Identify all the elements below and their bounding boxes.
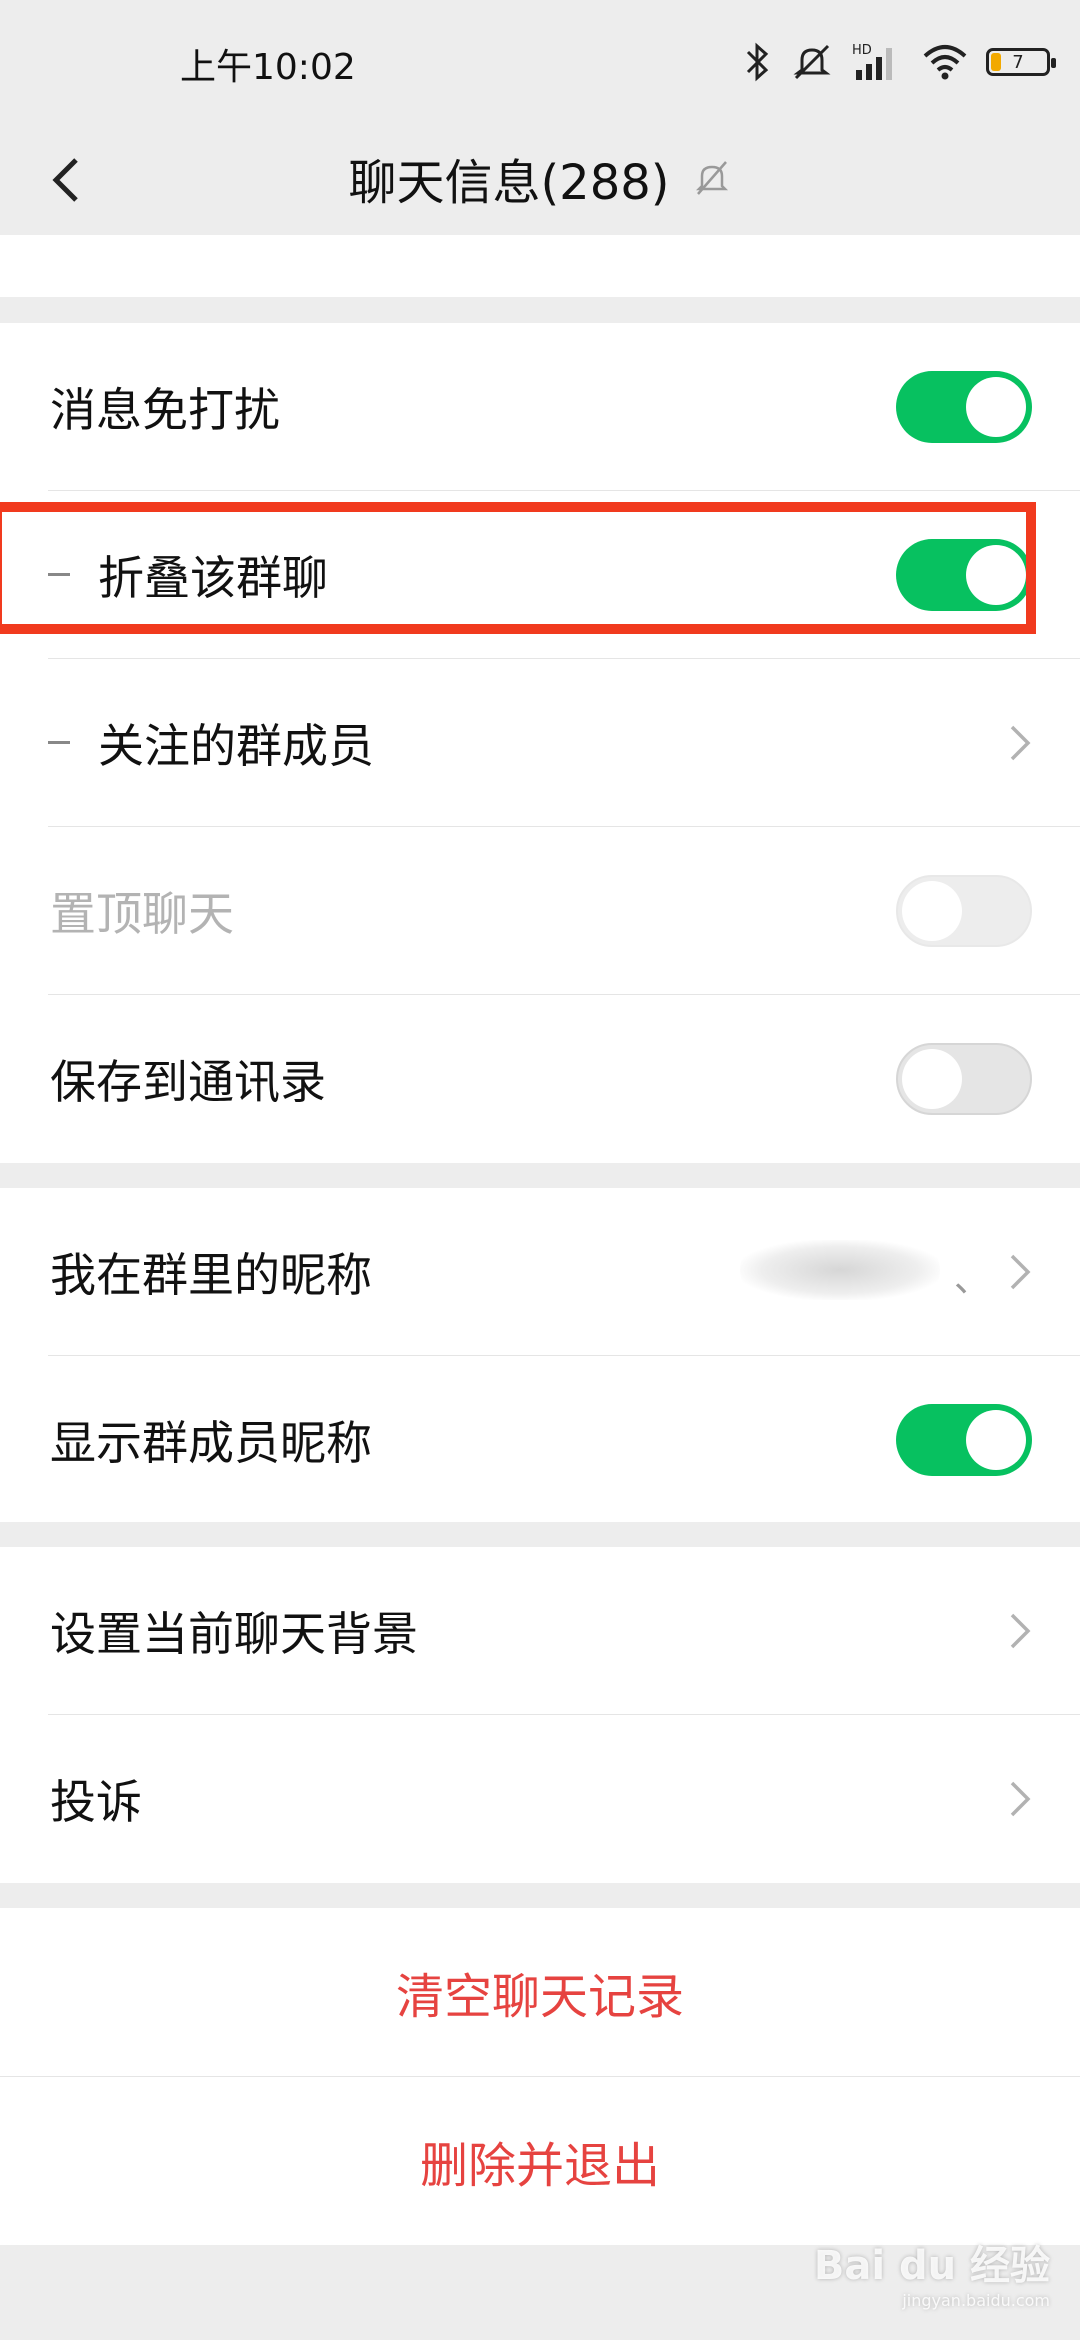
status-time: 上午10:02 <box>180 47 356 88</box>
header-title-wrap: 聊天信息(288) <box>0 120 1080 235</box>
chevron-right-icon <box>1010 725 1031 761</box>
chevron-right-icon <box>1010 1254 1031 1290</box>
row-show-nicknames[interactable]: 显示群成员昵称 <box>0 1356 1080 1524</box>
my-nickname-value: 、 <box>953 1259 990 1300</box>
pin-chat-label: 置顶聊天 <box>50 887 234 941</box>
status-icons: HD 7 <box>744 32 1056 92</box>
signal-icon: HD <box>852 43 892 80</box>
highlight-box <box>0 502 1036 634</box>
show-nicknames-label: 显示群成员昵称 <box>50 1416 372 1470</box>
save-contacts-label: 保存到通讯录 <box>50 1055 326 1109</box>
row-mute[interactable]: 消息免打扰 <box>0 323 1080 491</box>
delete-exit-button[interactable]: 删除并退出 <box>0 2077 1080 2245</box>
watermark-url: jingyan.baidu.com <box>902 2291 1050 2310</box>
muted-bell-icon <box>695 160 728 195</box>
row-pin-chat: 置顶聊天 <box>0 827 1080 995</box>
wifi-icon <box>923 45 967 80</box>
svg-text:HD: HD <box>852 43 872 58</box>
indent-dash <box>48 741 70 744</box>
page-title: 聊天信息(288) <box>348 154 670 211</box>
chevron-right-icon <box>1010 1613 1031 1649</box>
clear-history-button[interactable]: 清空聊天记录 <box>0 1908 1080 2076</box>
section-nickname: 我在群里的昵称 、 显示群成员昵称 <box>0 1188 1080 1522</box>
row-chat-background[interactable]: 设置当前聊天背景 <box>0 1547 1080 1715</box>
section-misc: 设置当前聊天背景 投诉 <box>0 1547 1080 1883</box>
my-nickname-label: 我在群里的昵称 <box>50 1248 372 1302</box>
complain-label: 投诉 <box>50 1775 142 1829</box>
battery-level: 7 <box>1012 51 1024 73</box>
status-bar: 上午10:02 HD 7 <box>0 0 1080 120</box>
section-chat-options: 消息免打扰 折叠该群聊 关注的群成员 置顶聊天 保存到通讯录 <box>0 323 1080 1163</box>
row-save-contacts[interactable]: 保存到通讯录 <box>0 995 1080 1163</box>
pin-chat-toggle <box>896 875 1032 947</box>
mute-label: 消息免打扰 <box>50 383 280 437</box>
followed-members-label: 关注的群成员 <box>98 719 374 773</box>
row-followed-members[interactable]: 关注的群成员 <box>0 659 1080 827</box>
section-top-partial <box>0 235 1080 297</box>
baidu-watermark: Bai du 经验 jingyan.baidu.com <box>814 2233 1050 2310</box>
row-complain[interactable]: 投诉 <box>0 1715 1080 1883</box>
blurred-nickname <box>740 1240 940 1300</box>
watermark-brand: Bai du 经验 <box>813 2243 1050 2289</box>
save-contacts-toggle[interactable] <box>896 1043 1032 1115</box>
chevron-right-icon <box>1010 1781 1031 1817</box>
mute-bell-icon <box>793 44 831 80</box>
mute-toggle[interactable] <box>896 371 1032 443</box>
bluetooth-icon <box>746 42 769 82</box>
show-nicknames-toggle[interactable] <box>896 1404 1032 1476</box>
chat-background-label: 设置当前聊天背景 <box>50 1607 418 1661</box>
battery-icon: 7 <box>986 48 1056 76</box>
